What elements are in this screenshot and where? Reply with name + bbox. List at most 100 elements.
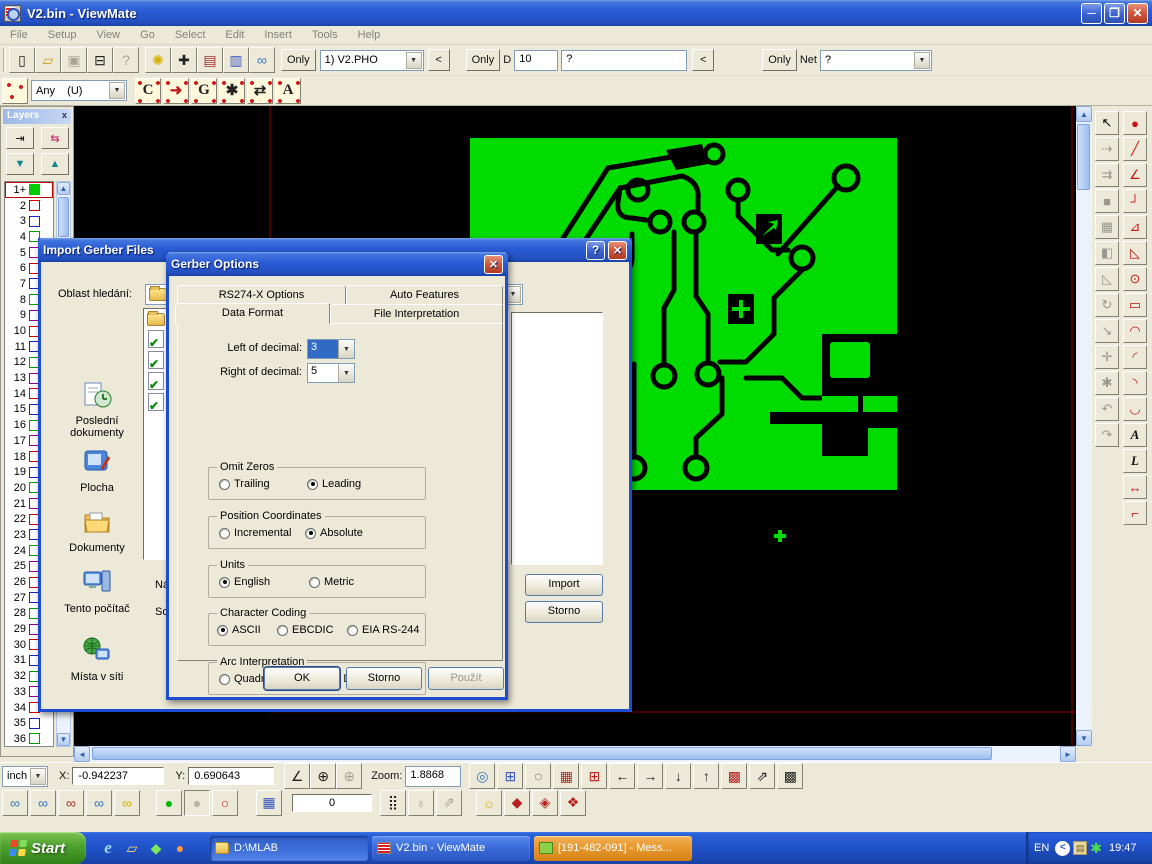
layer-color-swatch[interactable]: [29, 718, 40, 729]
dimension-tools-icon[interactable]: ✚: [171, 47, 197, 73]
start-button[interactable]: Start: [0, 832, 86, 864]
canvas-hscrollbar[interactable]: ◄ ►: [74, 746, 1076, 762]
import-button[interactable]: Import: [525, 574, 603, 596]
swap-dcode-button[interactable]: ⇄: [247, 78, 273, 104]
only-dcode-button[interactable]: Only: [466, 49, 501, 71]
circle-tool-icon[interactable]: ⊙: [1123, 267, 1147, 291]
measure-diagonal-icon[interactable]: ⇗: [749, 763, 775, 789]
layer-color-swatch[interactable]: [29, 216, 40, 227]
close-icon[interactable]: x: [62, 110, 67, 123]
view-flash-icon[interactable]: ∞: [58, 790, 84, 816]
hscroll-thumb[interactable]: [92, 747, 992, 760]
tab-data-format[interactable]: Data Format: [175, 303, 330, 324]
chevron-down-icon[interactable]: ▼: [914, 52, 930, 69]
radio-icon[interactable]: [347, 625, 358, 636]
highlight-flash-icon[interactable]: ✺: [145, 47, 171, 73]
pad-mode-icon[interactable]: ◆: [504, 790, 530, 816]
arc-chord-tool-icon[interactable]: ◠: [1123, 319, 1147, 343]
prev-dcode-button[interactable]: <: [692, 49, 714, 71]
radio-selected-icon[interactable]: [307, 479, 318, 490]
close-button[interactable]: ✕: [1127, 3, 1148, 24]
unit-combo[interactable]: inch ▼: [2, 766, 48, 787]
scroll-up-icon[interactable]: ▲: [1076, 106, 1092, 122]
text-dcode-button[interactable]: A: [275, 78, 301, 104]
tab-file-interpretation[interactable]: File Interpretation: [330, 304, 503, 324]
chevron-down-icon[interactable]: ▼: [338, 364, 354, 382]
menu-view[interactable]: View: [86, 27, 130, 43]
new-file-icon[interactable]: ▯: [9, 47, 35, 73]
layer-up-icon[interactable]: ▲: [41, 153, 69, 175]
bend-tool-icon[interactable]: ⌐: [1123, 501, 1147, 525]
dock-panel-icon[interactable]: ⇥: [6, 127, 34, 149]
cancel-button[interactable]: Storno: [525, 601, 603, 623]
cancel-button[interactable]: Storno: [346, 667, 422, 690]
close-icon[interactable]: ✕: [484, 255, 503, 274]
arc-cw-tool-icon[interactable]: ◝: [1123, 371, 1147, 395]
pan-left-icon[interactable]: ←: [609, 763, 635, 789]
radio-icon[interactable]: [219, 674, 230, 685]
pan-down-icon[interactable]: ↓: [665, 763, 691, 789]
place-network-places[interactable]: Místa v síti: [51, 636, 143, 683]
only-layer-button[interactable]: Only: [281, 49, 316, 71]
layer-row[interactable]: 1+: [5, 182, 53, 198]
layer-row[interactable]: 3: [5, 213, 53, 229]
radio-ascii[interactable]: ASCII: [217, 624, 261, 636]
book-icon[interactable]: ◆: [146, 838, 166, 858]
tab-auto-features[interactable]: Auto Features: [346, 285, 503, 305]
red-grid-icon[interactable]: ⊞: [581, 763, 607, 789]
task-messenger[interactable]: [191-482-091] - Mess...: [534, 836, 692, 861]
rectangle-tool-icon[interactable]: ▭: [1123, 293, 1147, 317]
menu-setup[interactable]: Setup: [38, 27, 87, 43]
menu-edit[interactable]: Edit: [215, 27, 254, 43]
gerber-dialog-title-bar[interactable]: Gerber Options ✕: [166, 252, 508, 276]
bulb-outline-icon[interactable]: ○: [212, 790, 238, 816]
firefox-icon[interactable]: ●: [170, 838, 190, 858]
fan-tool-icon[interactable]: ⊿: [1123, 215, 1147, 239]
ie-icon[interactable]: e: [98, 838, 118, 858]
open-file-icon[interactable]: ▱: [35, 47, 61, 73]
ruler-view-icon[interactable]: ∞: [249, 47, 275, 73]
trace-tool-icon[interactable]: ╱: [1123, 137, 1147, 161]
pad-rotate-icon[interactable]: ◈: [532, 790, 558, 816]
radio-eia-rs-244[interactable]: EIA RS-244: [347, 624, 419, 636]
clock[interactable]: 19:47: [1109, 842, 1137, 854]
tray-expand-icon[interactable]: <: [1055, 841, 1070, 856]
tray-icq-icon[interactable]: ✱: [1090, 840, 1102, 857]
flash-mode-icon[interactable]: ☼: [476, 790, 502, 816]
place-my-computer[interactable]: Tento počítač: [51, 568, 143, 615]
radio-metric[interactable]: Metric: [309, 576, 354, 588]
gerber-file-icon[interactable]: [148, 351, 164, 369]
dcode-input[interactable]: 10: [514, 50, 558, 71]
radio-absolute[interactable]: Absolute: [305, 527, 363, 539]
film-grid-icon[interactable]: ▦: [553, 763, 579, 789]
menu-tools[interactable]: Tools: [302, 27, 348, 43]
scroll-down-icon[interactable]: ▼: [57, 733, 70, 746]
layer-row[interactable]: 2: [5, 198, 53, 214]
task-viewmate[interactable]: V2.bin - ViewMate: [372, 836, 530, 861]
view-draw-icon[interactable]: ∞: [86, 790, 112, 816]
radio-selected-icon[interactable]: [217, 625, 228, 636]
text-tool-icon[interactable]: A: [1123, 423, 1147, 447]
radio-icon[interactable]: [219, 528, 230, 539]
view-sketch-icon[interactable]: ∞: [114, 790, 140, 816]
layers-scroll-thumb[interactable]: [58, 197, 69, 237]
grid-dots-icon[interactable]: ⣿: [380, 790, 406, 816]
pad-tool-icon[interactable]: ●: [1123, 111, 1147, 135]
radio-english[interactable]: English: [219, 576, 270, 588]
dcode-c-button[interactable]: C: [135, 78, 161, 104]
zoom-input[interactable]: 1.8868: [405, 766, 461, 787]
title-bar[interactable]: V2.bin - ViewMate ─❒✕: [0, 0, 1152, 26]
radio-incremental[interactable]: Incremental: [219, 527, 291, 539]
layer-color-swatch[interactable]: [29, 733, 40, 744]
scroll-down-icon[interactable]: ▼: [1076, 730, 1092, 746]
layer-color-swatch[interactable]: [29, 200, 40, 211]
pan-right-icon[interactable]: →: [637, 763, 663, 789]
radio-ebcdic[interactable]: EBCDIC: [277, 624, 334, 636]
left-of-decimal-combo[interactable]: 3 ▼: [307, 339, 355, 359]
chevron-down-icon[interactable]: ▼: [109, 82, 125, 99]
folder-qlaunch-icon[interactable]: ▱: [122, 838, 142, 858]
radio-icon[interactable]: [219, 479, 230, 490]
view-traces-icon[interactable]: ∞: [30, 790, 56, 816]
layers-panel-title[interactable]: Layers x: [3, 109, 71, 124]
polyline-tool-icon[interactable]: ∠: [1123, 163, 1147, 187]
